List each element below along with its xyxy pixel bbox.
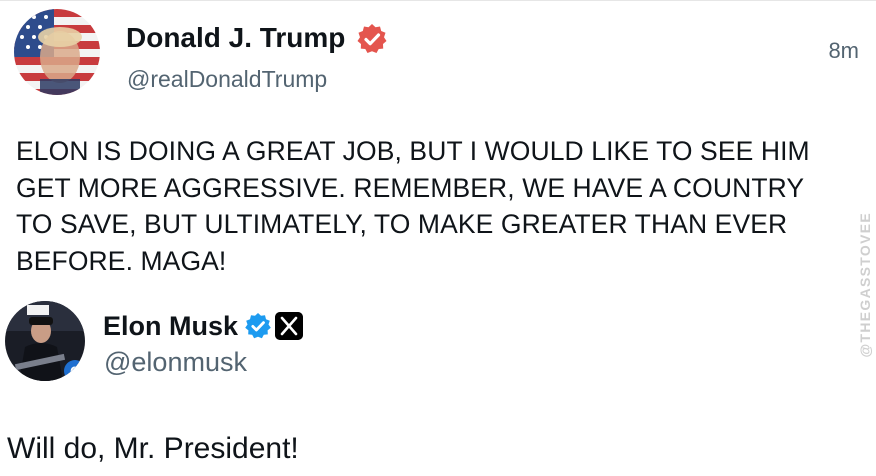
x-logo-icon	[275, 312, 303, 340]
avatar-image	[14, 9, 100, 95]
top-divider	[0, 0, 876, 1]
author-name[interactable]: Donald J. Trump	[126, 22, 345, 54]
avatar-image: C	[5, 301, 85, 381]
watermark: @THEGASSTOVEE	[857, 212, 873, 358]
author-handle[interactable]: @realDonaldTrump	[127, 66, 327, 93]
post-body-line: BEFORE. MAGA!	[16, 245, 227, 276]
verified-badge-icon	[357, 24, 387, 53]
avatar[interactable]	[14, 9, 100, 95]
verified-badge-icon	[245, 313, 271, 339]
post-body-line: TO SAVE, BUT ULTIMATELY, TO MAKE GREATER…	[16, 209, 788, 239]
avatar[interactable]: C	[5, 301, 85, 381]
author-handle[interactable]: @elonmusk	[104, 347, 247, 378]
post-body: Will do, Mr. President!	[7, 432, 299, 465]
post-body: ELON IS DOING A GREAT JOB, BUT I WOULD L…	[16, 133, 836, 279]
timestamp[interactable]: 8m	[828, 38, 859, 64]
post-body-line: GET MORE AGGRESSIVE. REMEMBER, WE HAVE A…	[16, 172, 805, 203]
post-body-line: ELON IS DOING A GREAT JOB, BUT I WOULD L…	[16, 136, 810, 166]
svg-text:C: C	[70, 363, 80, 379]
author-name[interactable]: Elon Musk	[103, 311, 238, 342]
